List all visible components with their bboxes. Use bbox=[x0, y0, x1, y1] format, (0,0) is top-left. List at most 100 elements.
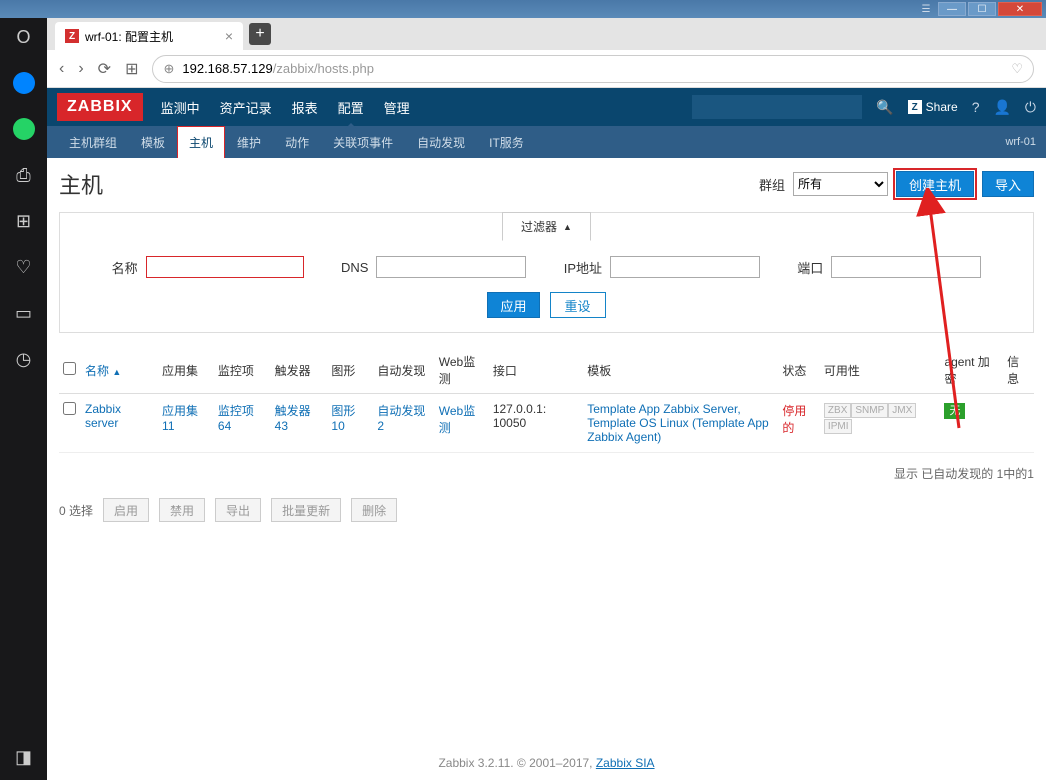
whatsapp-icon[interactable] bbox=[13, 118, 35, 140]
bulk-export-button[interactable]: 导出 bbox=[215, 498, 261, 522]
zabbix-logo[interactable]: ZABBIX bbox=[57, 93, 143, 121]
bulk-massupdate-button[interactable]: 批量更新 bbox=[271, 498, 341, 522]
share-link[interactable]: Z Share bbox=[908, 100, 958, 114]
chevron-up-icon: ▲ bbox=[563, 222, 572, 232]
col-interface: 接口 bbox=[489, 347, 583, 394]
browser-tab[interactable]: Z wrf-01: 配置主机 × bbox=[55, 22, 243, 50]
filter-dns-label: DNS bbox=[341, 260, 368, 275]
bulk-enable-button[interactable]: 启用 bbox=[103, 498, 149, 522]
col-templates: 模板 bbox=[583, 347, 778, 394]
group-select[interactable]: 所有 bbox=[793, 172, 888, 196]
col-encryption: agent 加密 bbox=[940, 347, 1003, 394]
col-graphs[interactable]: 图形 bbox=[327, 347, 373, 394]
col-status[interactable]: 状态 bbox=[778, 347, 820, 394]
create-host-button[interactable]: 创建主机 bbox=[896, 171, 974, 197]
window-maximize-button[interactable]: ☐ bbox=[968, 2, 996, 16]
window-minimize-button[interactable]: — bbox=[938, 2, 966, 16]
menu-monitoring[interactable]: 监测中 bbox=[161, 87, 200, 128]
user-icon[interactable]: 👤 bbox=[993, 99, 1010, 116]
import-button[interactable]: 导入 bbox=[982, 171, 1034, 197]
submenu-templates[interactable]: 模板 bbox=[129, 126, 177, 159]
titlebar-menu-icon[interactable]: ☰ bbox=[916, 2, 936, 16]
table-row: Zabbix server 应用集 11 监控项 64 触发器 43 图形 10… bbox=[59, 394, 1034, 453]
submenu-correlation[interactable]: 关联项事件 bbox=[321, 126, 405, 159]
heart-icon[interactable]: ♡ bbox=[13, 256, 35, 278]
filter-apply-button[interactable]: 应用 bbox=[487, 292, 539, 318]
news-icon[interactable]: ▭ bbox=[13, 302, 35, 324]
items-link[interactable]: 监控项 64 bbox=[218, 404, 254, 433]
submenu-actions[interactable]: 动作 bbox=[273, 126, 321, 159]
back-button[interactable]: ‹ bbox=[59, 60, 64, 78]
submenu-discovery[interactable]: 自动发现 bbox=[405, 126, 477, 159]
filter-name-label: 名称 bbox=[112, 258, 138, 277]
row-checkbox[interactable] bbox=[63, 402, 76, 415]
filter-port-label: 端口 bbox=[797, 258, 823, 277]
url-field[interactable]: ⊕ 192.168.57.129/zabbix/hosts.php ♡ bbox=[152, 55, 1034, 83]
bulk-delete-button[interactable]: 删除 bbox=[351, 498, 397, 522]
col-discovery[interactable]: 自动发现 bbox=[373, 347, 434, 394]
col-name[interactable]: 名称 ▲ bbox=[81, 347, 158, 394]
table-footer-info: 显示 已自动发现的 1中的1 bbox=[59, 465, 1034, 482]
clock-icon[interactable]: ◷ bbox=[13, 348, 35, 370]
forward-button[interactable]: › bbox=[78, 60, 83, 78]
tab-add-button[interactable]: + bbox=[249, 23, 271, 45]
filter-reset-button[interactable]: 重设 bbox=[550, 292, 606, 318]
help-icon[interactable]: ? bbox=[972, 99, 980, 115]
filter-ip-label: IP地址 bbox=[564, 258, 602, 277]
url-text: 192.168.57.129/zabbix/hosts.php bbox=[182, 61, 374, 76]
web-link[interactable]: Web监测 bbox=[439, 404, 475, 435]
filter-tab[interactable]: 过滤器 ▲ bbox=[502, 212, 591, 241]
graphs-link[interactable]: 图形 10 bbox=[331, 404, 355, 433]
filter-dns-input[interactable] bbox=[376, 256, 526, 278]
select-all-checkbox[interactable] bbox=[63, 362, 76, 375]
speeddial-button[interactable]: ⊞ bbox=[125, 59, 138, 79]
col-web[interactable]: Web监测 bbox=[435, 347, 489, 394]
status-link[interactable]: 停用的 bbox=[782, 404, 806, 435]
footer-link[interactable]: Zabbix SIA bbox=[596, 756, 655, 770]
opera-logo-icon[interactable]: O bbox=[13, 26, 35, 48]
camera-icon[interactable]: ⎙ bbox=[13, 164, 35, 186]
apps-link[interactable]: 应用集 11 bbox=[162, 404, 198, 433]
power-icon[interactable]: ⏻ bbox=[1025, 99, 1036, 116]
menu-administration[interactable]: 管理 bbox=[384, 87, 410, 128]
globe-icon: ⊕ bbox=[163, 61, 174, 77]
filter-name-input[interactable] bbox=[146, 256, 304, 278]
col-triggers[interactable]: 触发器 bbox=[271, 347, 328, 394]
host-name-link[interactable]: Zabbix server bbox=[85, 402, 121, 430]
col-apps[interactable]: 应用集 bbox=[158, 347, 214, 394]
bulk-disable-button[interactable]: 禁用 bbox=[159, 498, 205, 522]
tab-close-button[interactable]: × bbox=[225, 28, 233, 44]
share-icon: Z bbox=[908, 100, 922, 114]
messenger-icon[interactable] bbox=[13, 72, 35, 94]
apps-icon[interactable]: ⊞ bbox=[13, 210, 35, 232]
submenu-hostgroups[interactable]: 主机群组 bbox=[57, 126, 129, 159]
triggers-link[interactable]: 触发器 43 bbox=[275, 404, 311, 433]
window-close-button[interactable]: ✕ bbox=[998, 2, 1042, 16]
reload-button[interactable]: ⟳ bbox=[98, 59, 111, 79]
submenu-itservices[interactable]: IT服务 bbox=[477, 126, 536, 159]
col-availability: 可用性 bbox=[820, 347, 941, 394]
col-items[interactable]: 监控项 bbox=[214, 347, 271, 394]
availability-badges: ZBXSNMPJMXIPMI bbox=[820, 394, 941, 453]
filter-port-input[interactable] bbox=[831, 256, 981, 278]
hosts-table: 名称 ▲ 应用集 监控项 触发器 图形 自动发现 Web监测 接口 模板 状态 … bbox=[59, 347, 1034, 453]
sidebar-toggle-icon[interactable]: ◨ bbox=[13, 746, 35, 768]
zabbix-footer: Zabbix 3.2.11. © 2001–2017, Zabbix SIA bbox=[47, 756, 1046, 770]
opera-sidebar: O ⎙ ⊞ ♡ ▭ ◷ ◨ bbox=[0, 18, 47, 780]
zabbix-main-menu: 监测中 资产记录 报表 配置 管理 bbox=[161, 87, 410, 128]
interface-text: 127.0.0.1: 10050 bbox=[489, 394, 583, 453]
bookmark-heart-icon[interactable]: ♡ bbox=[1011, 61, 1023, 77]
tab-title: wrf-01: 配置主机 bbox=[85, 28, 173, 45]
menu-reports[interactable]: 报表 bbox=[292, 87, 318, 128]
templates-link[interactable]: Template App Zabbix Server, Template OS … bbox=[587, 402, 768, 444]
submenu-hosts[interactable]: 主机 bbox=[177, 126, 225, 159]
menu-inventory[interactable]: 资产记录 bbox=[220, 87, 272, 128]
filter-ip-input[interactable] bbox=[610, 256, 760, 278]
menu-configuration[interactable]: 配置 bbox=[338, 87, 364, 128]
group-label: 群组 bbox=[759, 175, 785, 194]
global-search-input[interactable] bbox=[692, 95, 862, 119]
encryption-badge: 无 bbox=[944, 403, 965, 419]
discovery-link[interactable]: 自动发现 2 bbox=[377, 404, 425, 433]
search-icon[interactable]: 🔍 bbox=[876, 99, 893, 116]
submenu-maintenance[interactable]: 维护 bbox=[225, 126, 273, 159]
